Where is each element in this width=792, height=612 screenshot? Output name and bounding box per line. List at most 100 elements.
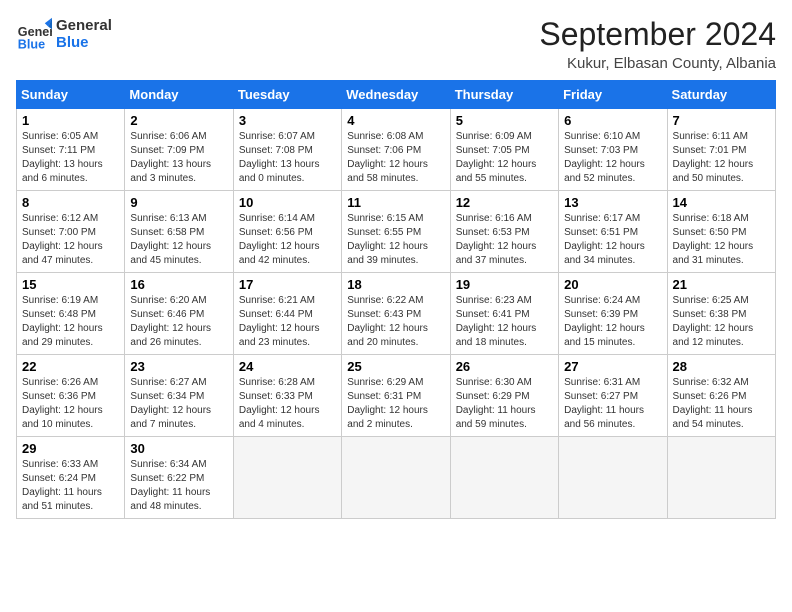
day-number: 1 — [22, 113, 119, 128]
day-number: 14 — [673, 195, 770, 210]
calendar-day-cell: 19 Sunrise: 6:23 AM Sunset: 6:41 PM Dayl… — [450, 273, 558, 355]
day-number: 5 — [456, 113, 553, 128]
calendar-day-cell: 22 Sunrise: 6:26 AM Sunset: 6:36 PM Dayl… — [17, 355, 125, 437]
calendar-day-cell: 3 Sunrise: 6:07 AM Sunset: 7:08 PM Dayli… — [233, 109, 341, 191]
calendar-day-cell: 1 Sunrise: 6:05 AM Sunset: 7:11 PM Dayli… — [17, 109, 125, 191]
col-sunday: Sunday — [17, 81, 125, 109]
calendar-day-cell: 13 Sunrise: 6:17 AM Sunset: 6:51 PM Dayl… — [559, 191, 667, 273]
day-number: 16 — [130, 277, 227, 292]
day-info: Sunrise: 6:32 AM Sunset: 6:26 PM Dayligh… — [673, 376, 770, 432]
day-info: Sunrise: 6:17 AM Sunset: 6:51 PM Dayligh… — [564, 212, 661, 268]
calendar-day-cell: 8 Sunrise: 6:12 AM Sunset: 7:00 PM Dayli… — [17, 191, 125, 273]
location: Kukur, Elbasan County, Albania — [539, 55, 776, 72]
calendar-day-cell: 20 Sunrise: 6:24 AM Sunset: 6:39 PM Dayl… — [559, 273, 667, 355]
day-number: 12 — [456, 195, 553, 210]
calendar-day-cell: 28 Sunrise: 6:32 AM Sunset: 6:26 PM Dayl… — [667, 355, 775, 437]
day-number: 13 — [564, 195, 661, 210]
calendar-header-row: Sunday Monday Tuesday Wednesday Thursday… — [17, 81, 776, 109]
day-info: Sunrise: 6:27 AM Sunset: 6:34 PM Dayligh… — [130, 376, 227, 432]
calendar-day-cell: 6 Sunrise: 6:10 AM Sunset: 7:03 PM Dayli… — [559, 109, 667, 191]
day-info: Sunrise: 6:20 AM Sunset: 6:46 PM Dayligh… — [130, 294, 227, 350]
day-info: Sunrise: 6:11 AM Sunset: 7:01 PM Dayligh… — [673, 130, 770, 186]
day-info: Sunrise: 6:09 AM Sunset: 7:05 PM Dayligh… — [456, 130, 553, 186]
day-number: 17 — [239, 277, 336, 292]
col-tuesday: Tuesday — [233, 81, 341, 109]
day-number: 15 — [22, 277, 119, 292]
day-info: Sunrise: 6:34 AM Sunset: 6:22 PM Dayligh… — [130, 458, 227, 514]
day-number: 19 — [456, 277, 553, 292]
calendar-day-cell — [450, 437, 558, 519]
calendar-day-cell: 25 Sunrise: 6:29 AM Sunset: 6:31 PM Dayl… — [342, 355, 450, 437]
day-info: Sunrise: 6:21 AM Sunset: 6:44 PM Dayligh… — [239, 294, 336, 350]
day-number: 28 — [673, 359, 770, 374]
day-info: Sunrise: 6:07 AM Sunset: 7:08 PM Dayligh… — [239, 130, 336, 186]
day-number: 8 — [22, 195, 119, 210]
calendar-week-row: 15 Sunrise: 6:19 AM Sunset: 6:48 PM Dayl… — [17, 273, 776, 355]
calendar-day-cell: 16 Sunrise: 6:20 AM Sunset: 6:46 PM Dayl… — [125, 273, 233, 355]
day-info: Sunrise: 6:10 AM Sunset: 7:03 PM Dayligh… — [564, 130, 661, 186]
calendar-day-cell: 29 Sunrise: 6:33 AM Sunset: 6:24 PM Dayl… — [17, 437, 125, 519]
day-info: Sunrise: 6:14 AM Sunset: 6:56 PM Dayligh… — [239, 212, 336, 268]
day-info: Sunrise: 6:30 AM Sunset: 6:29 PM Dayligh… — [456, 376, 553, 432]
day-info: Sunrise: 6:25 AM Sunset: 6:38 PM Dayligh… — [673, 294, 770, 350]
calendar-day-cell: 26 Sunrise: 6:30 AM Sunset: 6:29 PM Dayl… — [450, 355, 558, 437]
calendar-day-cell — [667, 437, 775, 519]
svg-text:Blue: Blue — [18, 37, 45, 51]
day-number: 25 — [347, 359, 444, 374]
calendar-week-row: 1 Sunrise: 6:05 AM Sunset: 7:11 PM Dayli… — [17, 109, 776, 191]
calendar-table: Sunday Monday Tuesday Wednesday Thursday… — [16, 80, 776, 519]
day-number: 18 — [347, 277, 444, 292]
day-info: Sunrise: 6:24 AM Sunset: 6:39 PM Dayligh… — [564, 294, 661, 350]
day-info: Sunrise: 6:22 AM Sunset: 6:43 PM Dayligh… — [347, 294, 444, 350]
col-thursday: Thursday — [450, 81, 558, 109]
day-info: Sunrise: 6:19 AM Sunset: 6:48 PM Dayligh… — [22, 294, 119, 350]
day-number: 23 — [130, 359, 227, 374]
logo-blue: Blue — [56, 34, 112, 51]
calendar-day-cell: 17 Sunrise: 6:21 AM Sunset: 6:44 PM Dayl… — [233, 273, 341, 355]
day-number: 9 — [130, 195, 227, 210]
day-info: Sunrise: 6:28 AM Sunset: 6:33 PM Dayligh… — [239, 376, 336, 432]
day-info: Sunrise: 6:18 AM Sunset: 6:50 PM Dayligh… — [673, 212, 770, 268]
calendar-day-cell: 4 Sunrise: 6:08 AM Sunset: 7:06 PM Dayli… — [342, 109, 450, 191]
calendar-day-cell: 10 Sunrise: 6:14 AM Sunset: 6:56 PM Dayl… — [233, 191, 341, 273]
calendar-day-cell: 18 Sunrise: 6:22 AM Sunset: 6:43 PM Dayl… — [342, 273, 450, 355]
day-info: Sunrise: 6:31 AM Sunset: 6:27 PM Dayligh… — [564, 376, 661, 432]
calendar-day-cell: 11 Sunrise: 6:15 AM Sunset: 6:55 PM Dayl… — [342, 191, 450, 273]
day-info: Sunrise: 6:26 AM Sunset: 6:36 PM Dayligh… — [22, 376, 119, 432]
day-info: Sunrise: 6:29 AM Sunset: 6:31 PM Dayligh… — [347, 376, 444, 432]
day-info: Sunrise: 6:13 AM Sunset: 6:58 PM Dayligh… — [130, 212, 227, 268]
month-title: September 2024 — [539, 16, 776, 53]
calendar-day-cell: 9 Sunrise: 6:13 AM Sunset: 6:58 PM Dayli… — [125, 191, 233, 273]
day-number: 22 — [22, 359, 119, 374]
calendar-day-cell: 21 Sunrise: 6:25 AM Sunset: 6:38 PM Dayl… — [667, 273, 775, 355]
col-monday: Monday — [125, 81, 233, 109]
day-info: Sunrise: 6:05 AM Sunset: 7:11 PM Dayligh… — [22, 130, 119, 186]
col-wednesday: Wednesday — [342, 81, 450, 109]
calendar-week-row: 22 Sunrise: 6:26 AM Sunset: 6:36 PM Dayl… — [17, 355, 776, 437]
day-number: 6 — [564, 113, 661, 128]
day-number: 21 — [673, 277, 770, 292]
calendar-day-cell: 23 Sunrise: 6:27 AM Sunset: 6:34 PM Dayl… — [125, 355, 233, 437]
calendar-day-cell: 27 Sunrise: 6:31 AM Sunset: 6:27 PM Dayl… — [559, 355, 667, 437]
day-number: 27 — [564, 359, 661, 374]
calendar-day-cell: 5 Sunrise: 6:09 AM Sunset: 7:05 PM Dayli… — [450, 109, 558, 191]
day-number: 24 — [239, 359, 336, 374]
day-info: Sunrise: 6:06 AM Sunset: 7:09 PM Dayligh… — [130, 130, 227, 186]
calendar-day-cell: 14 Sunrise: 6:18 AM Sunset: 6:50 PM Dayl… — [667, 191, 775, 273]
calendar-day-cell — [342, 437, 450, 519]
day-info: Sunrise: 6:23 AM Sunset: 6:41 PM Dayligh… — [456, 294, 553, 350]
logo-general: General — [56, 17, 112, 34]
calendar-day-cell — [233, 437, 341, 519]
calendar-day-cell: 30 Sunrise: 6:34 AM Sunset: 6:22 PM Dayl… — [125, 437, 233, 519]
calendar-day-cell: 24 Sunrise: 6:28 AM Sunset: 6:33 PM Dayl… — [233, 355, 341, 437]
day-number: 11 — [347, 195, 444, 210]
title-section: September 2024 Kukur, Elbasan County, Al… — [539, 16, 776, 72]
day-info: Sunrise: 6:33 AM Sunset: 6:24 PM Dayligh… — [22, 458, 119, 514]
day-number: 29 — [22, 441, 119, 456]
calendar-day-cell: 12 Sunrise: 6:16 AM Sunset: 6:53 PM Dayl… — [450, 191, 558, 273]
day-number: 3 — [239, 113, 336, 128]
page-header: General Blue General Blue September 2024… — [16, 16, 776, 72]
calendar-week-row: 29 Sunrise: 6:33 AM Sunset: 6:24 PM Dayl… — [17, 437, 776, 519]
day-number: 4 — [347, 113, 444, 128]
calendar-day-cell: 15 Sunrise: 6:19 AM Sunset: 6:48 PM Dayl… — [17, 273, 125, 355]
